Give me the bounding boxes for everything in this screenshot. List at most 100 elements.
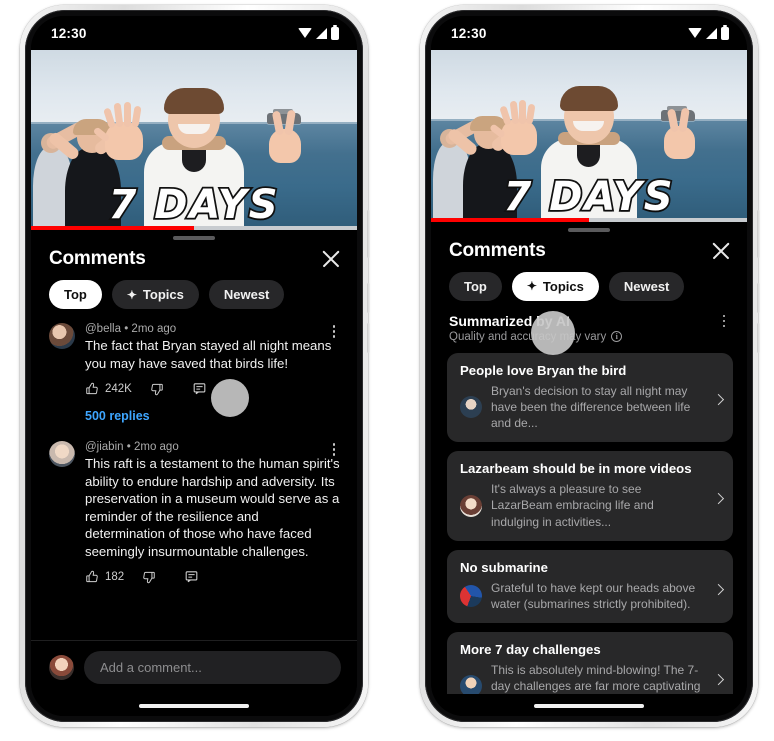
chip-topics[interactable]: ✦ Topics — [511, 271, 599, 301]
topic-snippet: This is absolutely mind-blowing! The 7-d… — [491, 663, 701, 694]
comment-timestamp: 2mo ago — [131, 323, 177, 335]
status-bar: 12:30 — [431, 16, 747, 50]
dislike-button[interactable] — [142, 570, 156, 584]
avatar — [460, 494, 482, 517]
topic-card[interactable]: Lazarbeam should be in more videos It's … — [447, 451, 733, 541]
filter-chip-row: Top ✦ Topics Newest — [31, 276, 357, 309]
comment-overflow-menu[interactable] — [327, 443, 341, 456]
nav-bar-area — [431, 694, 747, 716]
topic-title: No submarine — [460, 559, 548, 575]
comment-author[interactable]: @bella — [85, 323, 121, 335]
chip-newest[interactable]: Newest — [208, 280, 285, 309]
like-count: 242K — [105, 382, 132, 395]
hand-five-fingers — [489, 99, 537, 155]
volume-down-button[interactable] — [367, 323, 370, 353]
comment-text: The fact that Bryan stayed all night mea… — [85, 338, 332, 371]
chip-top[interactable]: Top — [449, 271, 502, 301]
ai-disclaimer-text: Quality and accuracy may vary — [449, 330, 607, 343]
comment-meta: @bella • 2mo ago — [85, 323, 341, 335]
avatar[interactable] — [49, 323, 75, 349]
topic-title: More 7 day challenges — [460, 642, 601, 658]
comment-actions: 182 — [85, 569, 341, 584]
comment-actions: 242K — [85, 381, 341, 396]
reply-bubble-icon — [193, 383, 206, 395]
like-button[interactable]: 242K — [85, 382, 132, 396]
screenshot-stage: 12:30 7 DAYS Comments Top ✦ Topics Newes… — [0, 0, 774, 741]
like-button[interactable]: 182 — [85, 570, 124, 584]
video-player[interactable]: 7 DAYS — [431, 50, 747, 222]
power-button[interactable] — [367, 210, 370, 258]
topic-title: Lazarbeam should be in more videos — [460, 461, 692, 477]
ai-summary-title: Summarized by AI — [449, 312, 570, 329]
home-indicator[interactable] — [534, 704, 644, 708]
close-icon[interactable] — [711, 241, 731, 261]
ai-summary-header: Summarized by AI Quality and accuracy ma… — [431, 301, 747, 343]
comment-timestamp: 2mo ago — [133, 441, 179, 454]
page-title: Comments — [49, 248, 146, 269]
comments-sheet: Comments Top ✦ Topics Newest — [31, 230, 357, 716]
avatar — [460, 675, 482, 694]
boat — [661, 106, 695, 122]
hand-peace-sign — [269, 109, 301, 164]
reply-bubble-icon — [185, 571, 198, 583]
chip-topics-label: Topics — [142, 287, 184, 302]
topic-card[interactable]: People love Bryan the bird Bryan's decis… — [447, 352, 733, 443]
thumbs-up-icon — [86, 570, 98, 583]
comment-overflow-menu[interactable] — [327, 325, 341, 338]
reply-button[interactable] — [184, 569, 199, 584]
chip-newest-label: Newest — [623, 278, 670, 294]
comments-header: Comments — [431, 232, 747, 268]
filter-chip-row: Top ✦ Topics Newest — [431, 268, 747, 301]
comment-author[interactable]: @jiabin — [85, 441, 124, 453]
status-clock: 12:30 — [51, 25, 87, 41]
chip-topics-label: Topics — [542, 278, 584, 294]
signal-icon — [316, 27, 327, 39]
chip-newest[interactable]: Newest — [608, 271, 685, 301]
avatar[interactable] — [49, 655, 74, 680]
add-comment-input[interactable]: Add a comment... — [84, 651, 341, 684]
chip-top[interactable]: Top — [49, 280, 102, 309]
comment-list: @bella • 2mo ago The fact that Bryan sta… — [31, 309, 357, 640]
volume-up-button[interactable] — [367, 283, 370, 313]
volume-up-button[interactable] — [757, 283, 760, 313]
status-icon-group — [688, 24, 729, 40]
phone-screen-right: 12:30 7 DAYS Comments Top ✦ Topics Newes… — [431, 16, 747, 716]
phone-screen-left: 12:30 7 DAYS Comments Top ✦ Topics Newes… — [31, 16, 357, 716]
power-button[interactable] — [757, 210, 760, 258]
volume-down-button[interactable] — [757, 323, 760, 353]
video-overlay-title: 7 DAYS — [502, 172, 675, 222]
page-title: Comments — [449, 239, 546, 261]
ai-disclaimer: Quality and accuracy may vary i — [449, 331, 731, 343]
topic-snippet: It's always a pleasure to see LazarBeam … — [491, 482, 654, 529]
chip-top-label: Top — [64, 287, 87, 302]
comments-header: Comments — [31, 240, 357, 276]
topic-snippet: Grateful to have kept our heads above wa… — [491, 580, 696, 612]
video-overlay-title: 7 DAYS — [107, 180, 280, 230]
topic-card[interactable]: No submarine Grateful to have kept our h… — [447, 549, 733, 624]
ai-overflow-menu[interactable] — [717, 314, 731, 328]
like-count: 182 — [105, 570, 125, 583]
thumbs-up-icon — [86, 382, 98, 394]
avatar — [460, 395, 482, 418]
chip-topics[interactable]: ✦ Topics — [111, 280, 199, 309]
video-player[interactable]: 7 DAYS — [31, 50, 357, 230]
topic-card[interactable]: More 7 day challenges This is absolutely… — [447, 632, 733, 694]
home-indicator[interactable] — [139, 704, 249, 708]
view-replies-link[interactable]: 500 replies — [85, 409, 341, 423]
comment-separator: • — [124, 323, 129, 335]
info-icon[interactable]: i — [611, 331, 623, 343]
comment-composer: Add a comment... — [31, 640, 357, 694]
reply-button[interactable] — [192, 381, 207, 396]
chip-top-label: Top — [464, 278, 487, 294]
hand-peace-sign — [664, 107, 695, 159]
avatar[interactable] — [49, 441, 75, 468]
comments-sheet: Comments Top ✦ Topics Newest — [431, 222, 747, 716]
phone-left: 12:30 7 DAYS Comments Top ✦ Topics Newes… — [20, 5, 370, 727]
phone-right: 12:30 7 DAYS Comments Top ✦ Topics Newes… — [420, 5, 760, 727]
sparkle-icon: ✦ — [126, 287, 137, 302]
dislike-button[interactable] — [150, 382, 164, 396]
battery-icon — [721, 24, 729, 40]
close-icon[interactable] — [321, 249, 341, 269]
chip-newest-label: Newest — [223, 287, 270, 302]
thumbs-down-icon — [143, 571, 155, 584]
